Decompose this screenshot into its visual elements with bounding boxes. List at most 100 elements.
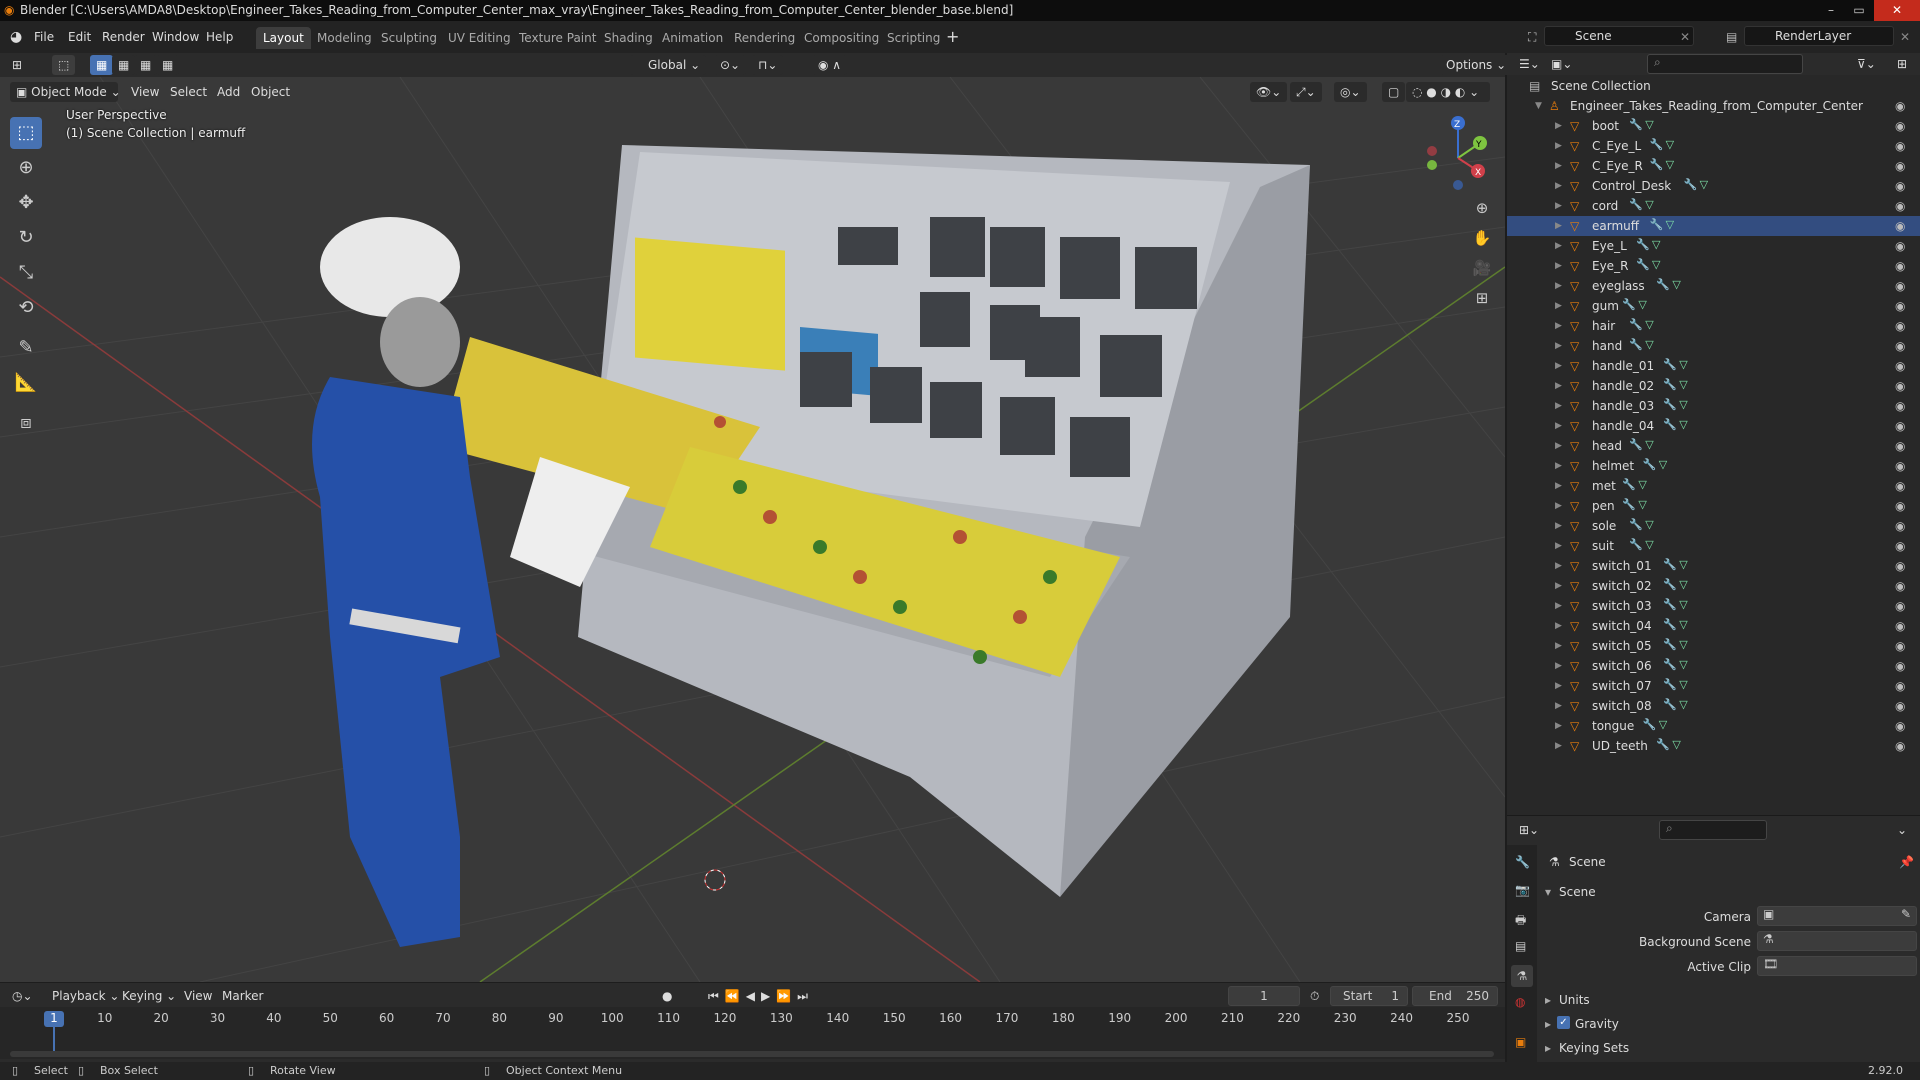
gravity-checkbox[interactable]: ✓	[1557, 1016, 1570, 1029]
viewport-menu-add[interactable]: Add	[217, 82, 240, 102]
menu-edit[interactable]: Edit	[68, 27, 91, 47]
expand-arrow-icon[interactable]: ▶	[1555, 696, 1562, 716]
outliner-item[interactable]: ▶ ▽ earmuff 🔧 ▽ ◉	[1507, 216, 1920, 236]
mode-dropdown[interactable]: ▣ Object Mode ⌄	[10, 82, 121, 102]
mesh-data-icon[interactable]: ▽	[1645, 118, 1657, 132]
visibility-eye-icon[interactable]: ◉	[1895, 316, 1905, 336]
expand-arrow-icon[interactable]: ▶	[1555, 216, 1562, 236]
outliner-item[interactable]: ▶ ▽ Control_Desk 🔧 ▽ ◉	[1507, 176, 1920, 196]
eyedropper-icon[interactable]: ✎	[1901, 907, 1911, 921]
expand-arrow-icon[interactable]: ▶	[1555, 596, 1562, 616]
mesh-data-icon[interactable]: ▽	[1645, 318, 1657, 332]
mesh-data-icon[interactable]: ▽	[1666, 138, 1678, 152]
outliner-item[interactable]: ▶ ▽ eyeglass 🔧 ▽ ◉	[1507, 276, 1920, 296]
visibility-eye-icon[interactable]: ◉	[1895, 496, 1905, 516]
tool-tab-icon[interactable]: 🔧	[1515, 855, 1530, 869]
mesh-data-icon[interactable]: ▽	[1645, 518, 1657, 532]
modifier-icon[interactable]: 🔧	[1629, 538, 1643, 552]
mesh-data-icon[interactable]: ▽	[1679, 598, 1691, 612]
expand-arrow-icon[interactable]: ▶	[1555, 636, 1562, 656]
visibility-eye-icon[interactable]: ◉	[1895, 596, 1905, 616]
expand-arrow-icon[interactable]: ▶	[1555, 156, 1562, 176]
outliner-item[interactable]: ▶ ▽ Eye_L 🔧 ▽ ◉	[1507, 236, 1920, 256]
timeline-menu-view[interactable]: View	[184, 986, 212, 1006]
outliner-search-input[interactable]: ⌕	[1647, 54, 1803, 74]
collection-row[interactable]: ▼ ♙ Engineer_Takes_Reading_from_Computer…	[1507, 96, 1920, 116]
outliner-item[interactable]: ▶ ▽ C_Eye_L 🔧 ▽ ◉	[1507, 136, 1920, 156]
mesh-data-icon[interactable]: ▽	[1645, 438, 1657, 452]
close-button[interactable]: ✕	[1874, 0, 1920, 21]
scene-selector-icon[interactable]: ⛶	[1528, 27, 1536, 47]
ortho-toggle-icon[interactable]: ⊞	[1466, 282, 1498, 314]
modifier-icon[interactable]: 🔧	[1663, 658, 1677, 672]
playback-controls[interactable]: ⏮⏪◀▶⏩⏭	[708, 986, 814, 1006]
mesh-data-icon[interactable]: ▽	[1645, 338, 1657, 352]
expand-arrow-icon[interactable]: ▶	[1555, 316, 1562, 336]
outliner-item[interactable]: ▶ ▽ C_Eye_R 🔧 ▽ ◉	[1507, 156, 1920, 176]
outliner-editor-icon[interactable]: ☰⌄	[1519, 54, 1540, 74]
expand-arrow-icon[interactable]: ▶	[1555, 556, 1562, 576]
transform-tool-icon[interactable]: ⟲	[10, 292, 42, 324]
select-mode-extend-icon[interactable]: ▦	[112, 55, 136, 75]
mesh-data-icon[interactable]: ▽	[1666, 218, 1678, 232]
visibility-eye-icon[interactable]: ◉	[1895, 556, 1905, 576]
mesh-data-icon[interactable]: ▽	[1638, 298, 1650, 312]
camera-view-icon[interactable]: 🎥	[1466, 252, 1498, 284]
view-layer-icon[interactable]: ▤	[1726, 27, 1737, 47]
visibility-eye-icon[interactable]: ◉	[1895, 396, 1905, 416]
modifier-icon[interactable]: 🔧	[1629, 518, 1643, 532]
mesh-data-icon[interactable]: ▽	[1638, 478, 1650, 492]
select-mode-intersect-icon[interactable]: ▦	[156, 55, 180, 75]
snap-icon[interactable]: ⊓⌄	[752, 55, 784, 75]
viewport-menu-select[interactable]: Select	[170, 82, 207, 102]
mesh-data-icon[interactable]: ▽	[1679, 398, 1691, 412]
keying-sets-panel[interactable]: Keying Sets	[1559, 1041, 1629, 1055]
expand-arrow-icon[interactable]: ▶	[1555, 116, 1562, 136]
visibility-eye-icon[interactable]: ◉	[1895, 176, 1905, 196]
mesh-data-icon[interactable]: ▽	[1679, 618, 1691, 632]
mesh-data-icon[interactable]: ▽	[1679, 578, 1691, 592]
3d-viewport[interactable]: ▣ Object Mode ⌄ View Select Add Object 👁…	[0, 77, 1505, 982]
move-tool-icon[interactable]: ✥	[10, 187, 42, 219]
tab-animation[interactable]: Animation	[655, 27, 730, 49]
outliner-item[interactable]: ▶ ▽ switch_01 🔧 ▽ ◉	[1507, 556, 1920, 576]
expand-arrow-icon[interactable]: ▶	[1555, 396, 1562, 416]
expand-arrow-icon[interactable]: ▶	[1555, 496, 1562, 516]
visibility-eye-icon[interactable]: ◉	[1895, 696, 1905, 716]
scene-remove-icon[interactable]: ✕	[1680, 27, 1690, 47]
viewport-menu-view[interactable]: View	[131, 82, 159, 102]
visibility-eye-icon[interactable]: ◉	[1895, 516, 1905, 536]
tab-modeling[interactable]: Modeling	[310, 27, 379, 49]
expand-arrow-icon[interactable]: ▶	[1555, 456, 1562, 476]
visibility-eye-icon[interactable]: ◉	[1895, 416, 1905, 436]
tab-scripting[interactable]: Scripting	[880, 27, 947, 49]
timeline-menu-marker[interactable]: Marker	[222, 986, 263, 1006]
viewport-menu-object[interactable]: Object	[251, 82, 290, 102]
add-cube-tool-icon[interactable]: ⧈	[10, 407, 42, 439]
outliner-item[interactable]: ▶ ▽ switch_02 🔧 ▽ ◉	[1507, 576, 1920, 596]
modifier-icon[interactable]: 🔧	[1629, 338, 1643, 352]
display-mode-icon[interactable]: ▣⌄	[1551, 54, 1572, 74]
outliner-item[interactable]: ▶ ▽ cord 🔧 ▽ ◉	[1507, 196, 1920, 216]
visibility-eye-icon[interactable]: ◉	[1895, 576, 1905, 596]
expand-arrow-icon[interactable]: ▶	[1555, 136, 1562, 156]
tab-texture-paint[interactable]: Texture Paint	[512, 27, 603, 49]
visibility-eye-icon[interactable]: ◉	[1895, 296, 1905, 316]
mesh-data-icon[interactable]: ▽	[1666, 158, 1678, 172]
editor-type-icon[interactable]: ⊞	[12, 55, 22, 75]
expand-arrow-icon[interactable]: ▶	[1555, 656, 1562, 676]
expand-arrow-icon[interactable]: ▶	[1555, 256, 1562, 276]
expand-arrow-icon[interactable]: ▶	[1555, 356, 1562, 376]
mesh-data-icon[interactable]: ▽	[1638, 498, 1650, 512]
mesh-data-icon[interactable]: ▽	[1659, 458, 1671, 472]
expand-arrow-icon[interactable]: ▶	[1555, 616, 1562, 636]
modifier-icon[interactable]: 🔧	[1663, 578, 1677, 592]
expand-arrow-icon[interactable]: ▶	[1555, 516, 1562, 536]
expand-arrow-icon[interactable]: ▶	[1555, 236, 1562, 256]
select-mode-new-icon[interactable]: ▦	[90, 55, 114, 75]
annotate-tool-icon[interactable]: ✎	[10, 332, 42, 364]
scene-collection-row[interactable]: ▤ Scene Collection	[1507, 76, 1920, 96]
timeline-scrollbar[interactable]	[10, 1051, 1494, 1057]
preview-range-icon[interactable]: ⏱	[1310, 986, 1319, 1006]
mesh-data-icon[interactable]: ▽	[1645, 538, 1657, 552]
